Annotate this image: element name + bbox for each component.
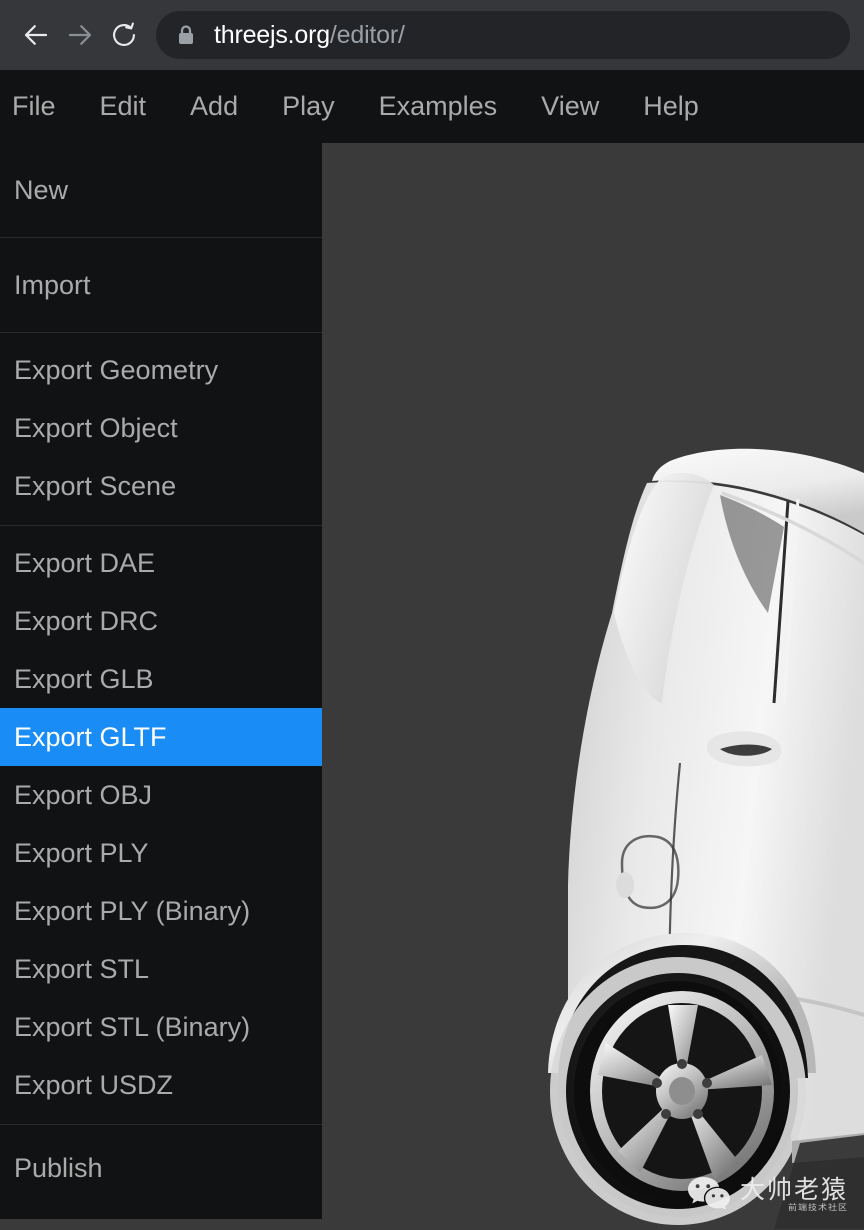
menu-group-publish: Publish <box>0 1125 322 1219</box>
browser-toolbar: threejs.org/editor/ <box>0 0 864 70</box>
watermark-title: 大帅老猿 <box>739 1174 848 1204</box>
menu-item-import[interactable]: Import <box>0 256 322 314</box>
menu-group-export-formats: Export DAE Export DRC Export GLB Export … <box>0 526 322 1125</box>
menubar-item-play[interactable]: Play <box>260 70 357 143</box>
menu-item-export-ply[interactable]: Export PLY <box>0 824 322 882</box>
menu-item-export-geometry[interactable]: Export Geometry <box>0 341 322 399</box>
menu-item-export-stl[interactable]: Export STL <box>0 940 322 998</box>
arrow-right-icon <box>65 20 95 50</box>
reload-icon <box>110 21 138 49</box>
arrow-left-icon <box>21 20 51 50</box>
menu-item-new[interactable]: New <box>0 161 322 219</box>
lock-icon <box>176 24 196 46</box>
menu-group-import: Import <box>0 238 322 333</box>
watermark: 大帅老猿 前端技术社区 <box>687 1175 848 1214</box>
file-menu-dropdown: New Import Export Geometry Export Object… <box>0 143 322 1219</box>
car-fuel-cap-latch <box>616 872 634 898</box>
menu-item-export-gltf[interactable]: Export GLTF <box>0 708 322 766</box>
reload-button[interactable] <box>102 13 146 57</box>
url-host: threejs.org <box>214 20 330 49</box>
menu-item-publish[interactable]: Publish <box>0 1139 322 1197</box>
wechat-icon <box>687 1175 730 1214</box>
editor-menubar: File Edit Add Play Examples View Help <box>0 70 864 143</box>
menu-item-export-stl-binary[interactable]: Export STL (Binary) <box>0 998 322 1056</box>
car-wheel-hub-cap <box>669 1077 695 1105</box>
car-3d-model <box>322 143 864 1230</box>
menu-item-export-glb[interactable]: Export GLB <box>0 650 322 708</box>
menu-item-export-obj[interactable]: Export OBJ <box>0 766 322 824</box>
menubar-item-edit[interactable]: Edit <box>78 70 169 143</box>
menu-item-export-dae[interactable]: Export DAE <box>0 534 322 592</box>
menubar-item-view[interactable]: View <box>519 70 621 143</box>
address-bar[interactable]: threejs.org/editor/ <box>156 11 850 59</box>
3d-viewport[interactable]: 大帅老猿 前端技术社区 <box>322 143 864 1230</box>
forward-button[interactable] <box>58 13 102 57</box>
menu-item-export-scene[interactable]: Export Scene <box>0 457 322 515</box>
menubar-item-file[interactable]: File <box>0 70 78 143</box>
menu-item-export-drc[interactable]: Export DRC <box>0 592 322 650</box>
menubar-item-help[interactable]: Help <box>621 70 721 143</box>
url-path: /editor/ <box>329 20 405 49</box>
menubar-item-examples[interactable]: Examples <box>357 70 520 143</box>
menubar-item-add[interactable]: Add <box>168 70 260 143</box>
menu-item-export-ply-binary[interactable]: Export PLY (Binary) <box>0 882 322 940</box>
menu-item-export-usdz[interactable]: Export USDZ <box>0 1056 322 1114</box>
watermark-text: 大帅老猿 前端技术社区 <box>740 1177 848 1213</box>
menu-group-export-generic: Export Geometry Export Object Export Sce… <box>0 333 322 526</box>
menu-group-new: New <box>0 143 322 238</box>
back-button[interactable] <box>14 13 58 57</box>
menu-item-export-object[interactable]: Export Object <box>0 399 322 457</box>
url-display: threejs.org/editor/ <box>214 21 405 50</box>
watermark-subtitle: 前端技术社区 <box>787 1203 848 1213</box>
